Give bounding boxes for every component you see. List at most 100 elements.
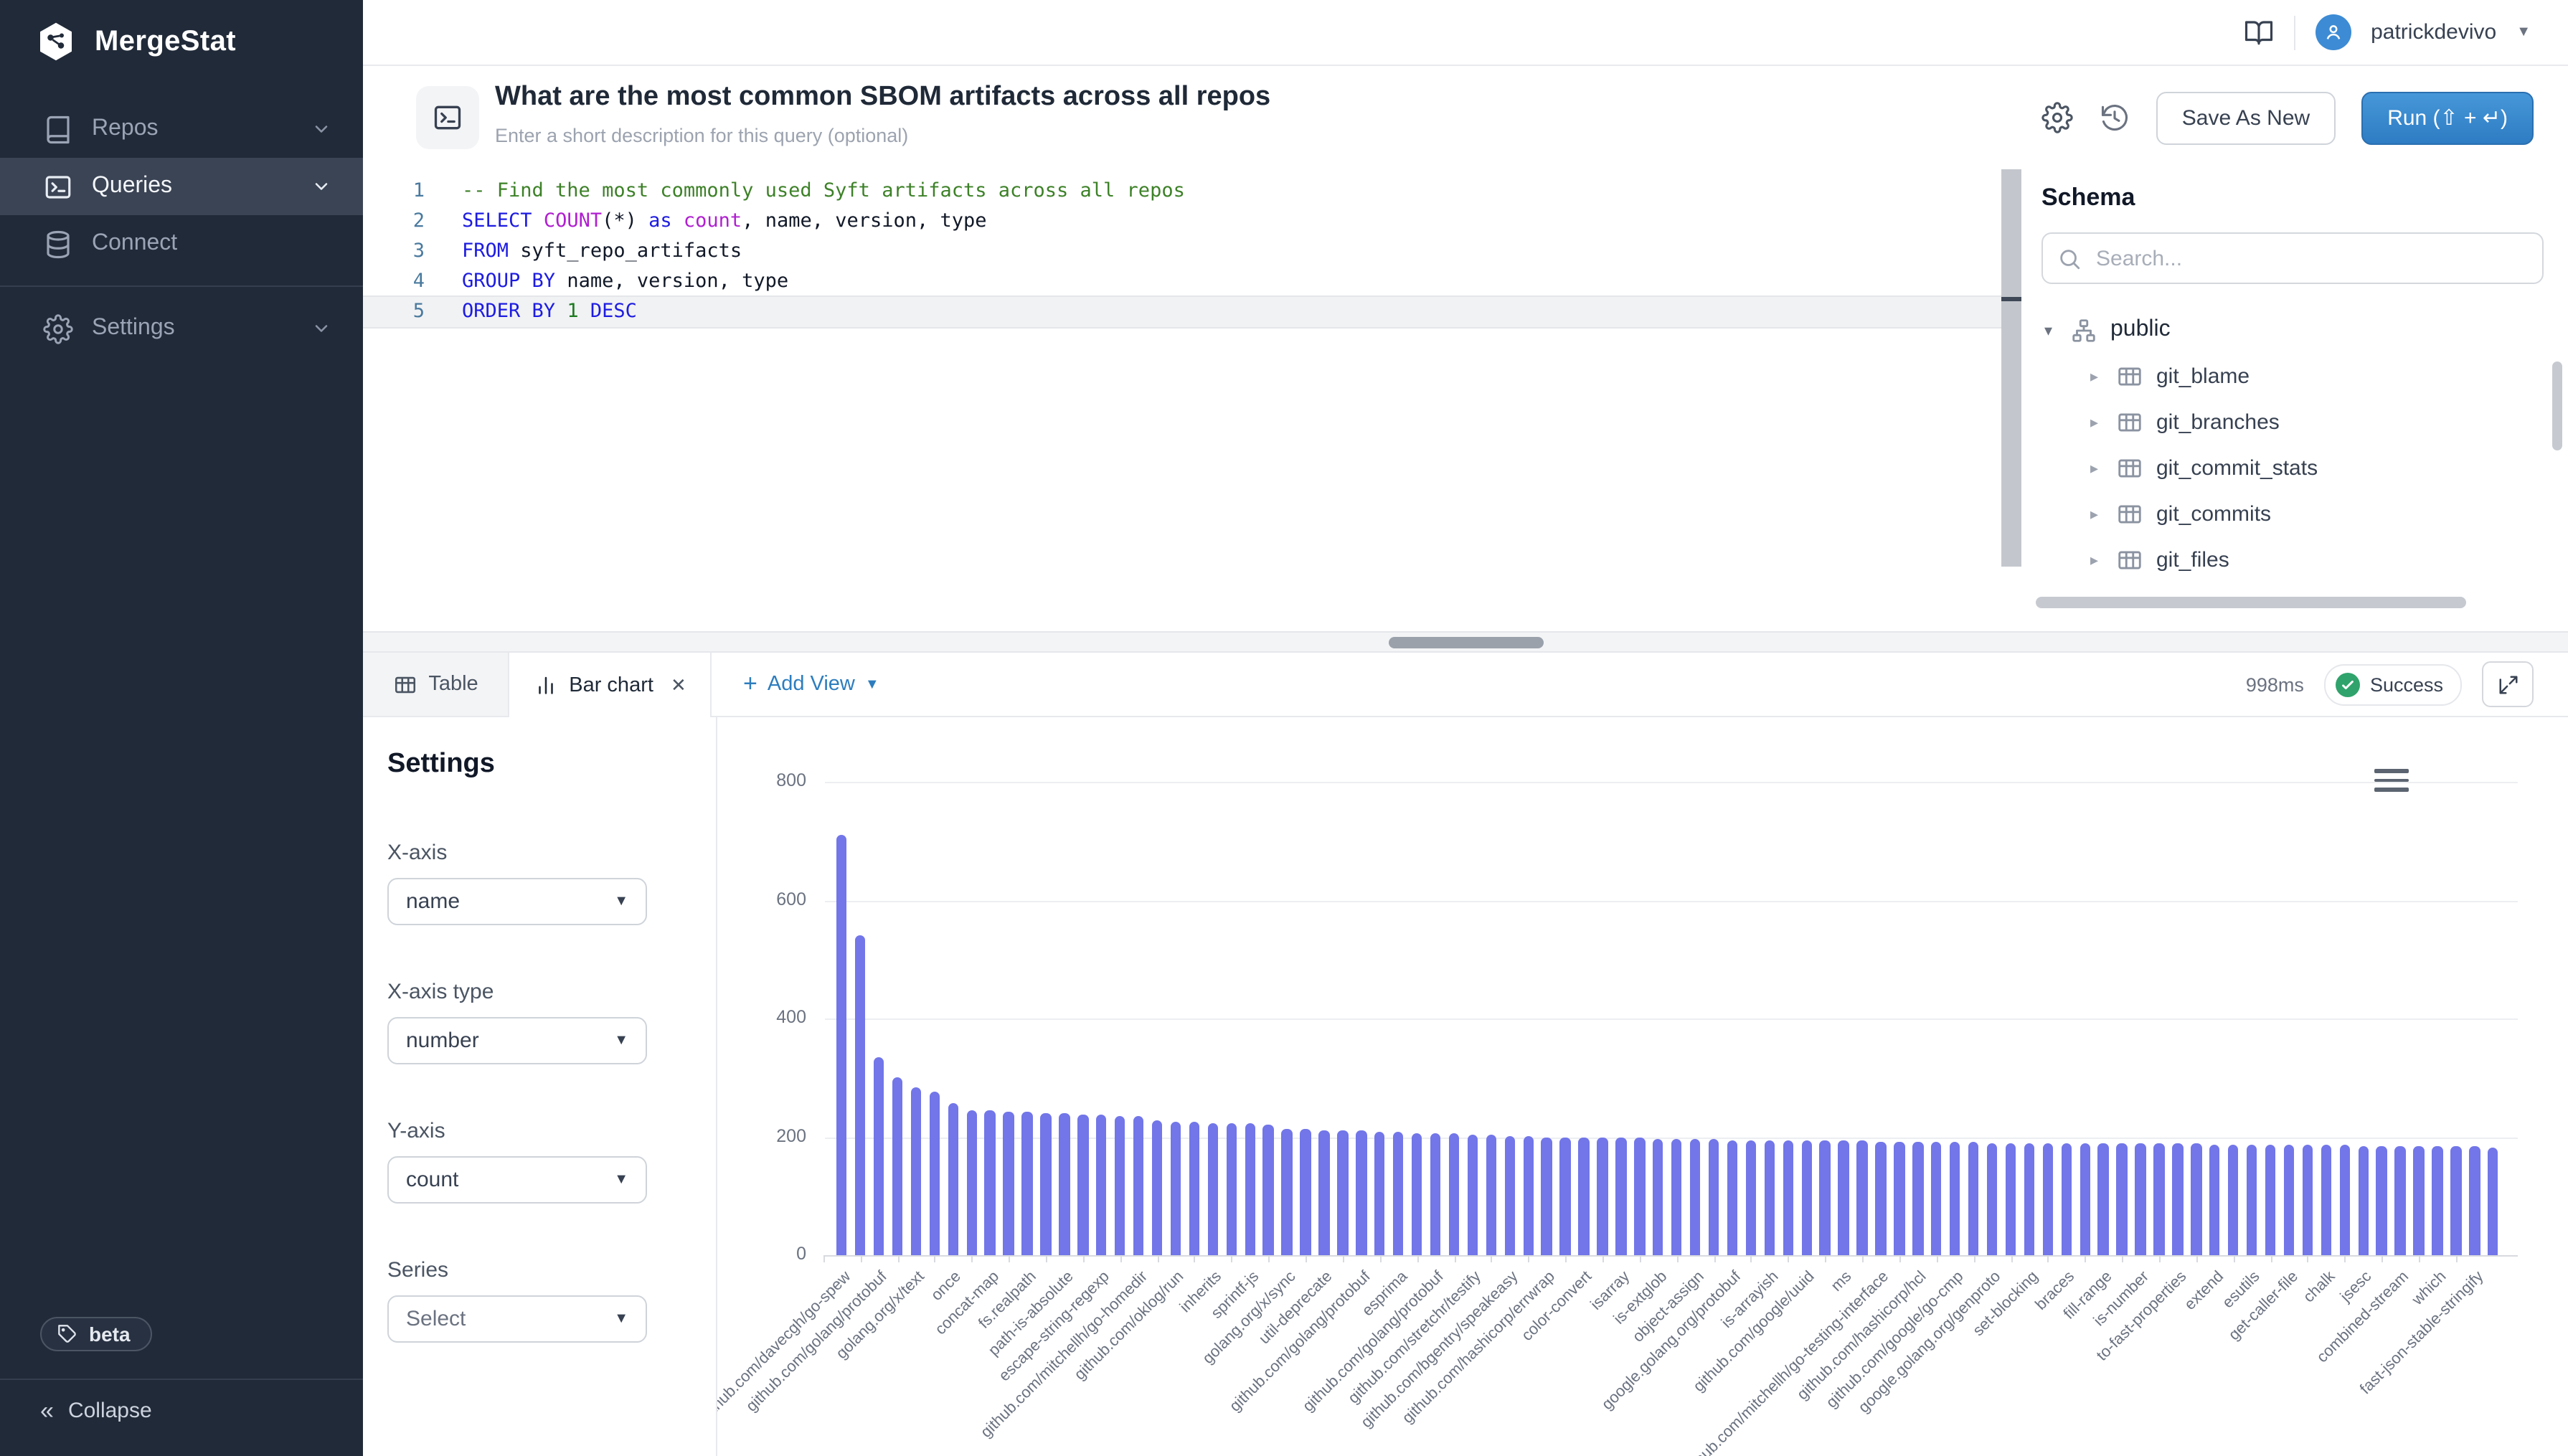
gear-icon bbox=[43, 313, 73, 344]
schema-panel: Schema ▾ public ▸ bbox=[2021, 169, 2568, 631]
tab-bar-chart[interactable]: Bar chart ✕ bbox=[508, 653, 712, 717]
run-button[interactable]: Run (⇧ + ↵) bbox=[2361, 91, 2534, 144]
x-axis-tick bbox=[1751, 1255, 1752, 1262]
sidebar-item-repos[interactable]: Repos bbox=[0, 100, 363, 158]
code-line-2[interactable]: 2SELECT COUNT(*) as count, name, version… bbox=[363, 207, 2001, 237]
x-axis-tick bbox=[1602, 1255, 1604, 1262]
query-description-placeholder[interactable]: Enter a short description for this query… bbox=[495, 125, 908, 146]
chart-menu-icon[interactable] bbox=[2374, 769, 2409, 791]
collapse-button[interactable]: « Collapse bbox=[40, 1399, 152, 1423]
bar bbox=[1263, 1125, 1274, 1255]
sql-editor[interactable]: 1-- Find the most commonly used Syft art… bbox=[363, 169, 2001, 631]
y-tick-label: 600 bbox=[717, 889, 806, 909]
beta-label: beta bbox=[89, 1323, 131, 1346]
bar bbox=[1615, 1138, 1626, 1255]
x-axis-tick bbox=[1343, 1255, 1344, 1262]
bar bbox=[2376, 1145, 2387, 1255]
sidebar-item-settings[interactable]: Settings bbox=[0, 300, 363, 357]
collapse-label: Collapse bbox=[68, 1399, 152, 1423]
username[interactable]: patrickdevivo bbox=[2371, 20, 2496, 44]
splitter-drag-handle[interactable] bbox=[1388, 637, 1543, 648]
x-axis-type-select[interactable]: number ▼ bbox=[387, 1017, 647, 1064]
bar bbox=[1783, 1140, 1793, 1255]
bar bbox=[2135, 1144, 2146, 1255]
bar bbox=[2265, 1145, 2276, 1255]
bar bbox=[1189, 1122, 1199, 1255]
run-status: 998ms Success bbox=[2246, 653, 2568, 716]
settings-title: Settings bbox=[387, 749, 495, 780]
bar bbox=[1133, 1116, 1144, 1255]
x-axis-tick bbox=[860, 1255, 861, 1262]
bar bbox=[2209, 1145, 2220, 1255]
sidebar-item-queries[interactable]: Queries bbox=[0, 158, 363, 215]
schema-node-public[interactable]: ▾ public bbox=[2021, 307, 2548, 353]
bar bbox=[1523, 1136, 1534, 1255]
bar bbox=[1579, 1138, 1590, 1255]
query-title[interactable]: What are the most common SBOM artifacts … bbox=[495, 82, 1270, 113]
bar bbox=[1077, 1115, 1088, 1255]
schema-table-git_commit_stats[interactable]: ▸git_commit_stats bbox=[2021, 445, 2548, 491]
bar bbox=[2414, 1145, 2425, 1255]
x-axis-tick bbox=[2085, 1255, 2086, 1262]
x-axis-select[interactable]: name ▼ bbox=[387, 878, 647, 925]
fullscreen-button[interactable] bbox=[2482, 661, 2534, 707]
bar bbox=[1968, 1142, 1979, 1255]
close-tab-icon[interactable]: ✕ bbox=[671, 673, 686, 696]
bar bbox=[1894, 1142, 1904, 1255]
settings-gear-icon[interactable] bbox=[2041, 102, 2073, 133]
schema-table-git_branches[interactable]: ▸git_branches bbox=[2021, 399, 2548, 445]
x-axis-tick bbox=[1528, 1255, 1529, 1262]
schema-search-input[interactable] bbox=[2093, 245, 2528, 272]
x-axis-tick bbox=[1083, 1255, 1085, 1262]
tab-table[interactable]: Table bbox=[363, 653, 508, 716]
topbar-divider bbox=[2293, 15, 2295, 49]
bar bbox=[1597, 1138, 1608, 1255]
schema-horizontal-scrollbar[interactable] bbox=[2036, 597, 2466, 608]
save-as-new-button[interactable]: Save As New bbox=[2156, 91, 2336, 144]
avatar[interactable] bbox=[2315, 14, 2351, 50]
series-label: Series bbox=[387, 1258, 448, 1282]
logo[interactable]: MergeStat bbox=[34, 20, 236, 63]
schema-table-git_files[interactable]: ▸git_files bbox=[2021, 536, 2548, 582]
bar bbox=[1876, 1142, 1887, 1255]
editor-schema-splitter[interactable] bbox=[2001, 169, 2021, 567]
topbar: patrickdevivo ▼ bbox=[363, 0, 2568, 66]
bar bbox=[2321, 1145, 2331, 1255]
panel-splitter[interactable] bbox=[363, 631, 2568, 653]
x-axis-tick bbox=[1268, 1255, 1270, 1262]
database-icon bbox=[43, 229, 73, 259]
code-line-4[interactable]: 4GROUP BY name, version, type bbox=[363, 267, 2001, 297]
account-caret-icon[interactable]: ▼ bbox=[2516, 24, 2531, 40]
bar bbox=[1542, 1137, 1552, 1255]
results-tabbar: Table Bar chart ✕ + Add View ▼ 998ms bbox=[363, 653, 2568, 717]
beta-badge: beta bbox=[40, 1317, 152, 1351]
bar bbox=[1356, 1131, 1366, 1255]
schema-search bbox=[2041, 232, 2544, 284]
bar bbox=[1115, 1115, 1125, 1255]
series-select[interactable]: Select ▼ bbox=[387, 1295, 647, 1343]
code-line-5[interactable]: 5ORDER BY 1 DESC bbox=[363, 297, 2001, 327]
bar bbox=[2247, 1145, 2257, 1255]
x-axis-tick bbox=[1380, 1255, 1382, 1262]
add-view-button[interactable]: + Add View ▼ bbox=[712, 653, 879, 716]
bar bbox=[1950, 1142, 1960, 1255]
x-axis-tick bbox=[971, 1255, 973, 1262]
docs-book-icon[interactable] bbox=[2243, 17, 2273, 47]
code-line-1[interactable]: 1-- Find the most commonly used Syft art… bbox=[363, 176, 2001, 207]
x-axis-tick bbox=[1046, 1255, 1047, 1262]
code-line-3[interactable]: 3FROM syft_repo_artifacts bbox=[363, 237, 2001, 267]
bar bbox=[1430, 1133, 1441, 1255]
sidebar-item-connect[interactable]: Connect bbox=[0, 215, 363, 273]
bar bbox=[2191, 1144, 2201, 1255]
bar bbox=[1171, 1122, 1181, 1255]
schema-table-git_commits[interactable]: ▸git_commits bbox=[2021, 491, 2548, 536]
bar bbox=[1820, 1141, 1831, 1255]
bar bbox=[836, 835, 847, 1255]
schema-vertical-scrollbar[interactable] bbox=[2552, 361, 2562, 450]
x-axis-tick bbox=[2233, 1255, 2234, 1262]
bar bbox=[2154, 1144, 2165, 1255]
schema-table-git_blame[interactable]: ▸git_blame bbox=[2021, 353, 2548, 399]
x-axis-tick bbox=[1937, 1255, 1938, 1262]
history-icon[interactable] bbox=[2099, 102, 2130, 133]
y-axis-select[interactable]: count ▼ bbox=[387, 1156, 647, 1204]
